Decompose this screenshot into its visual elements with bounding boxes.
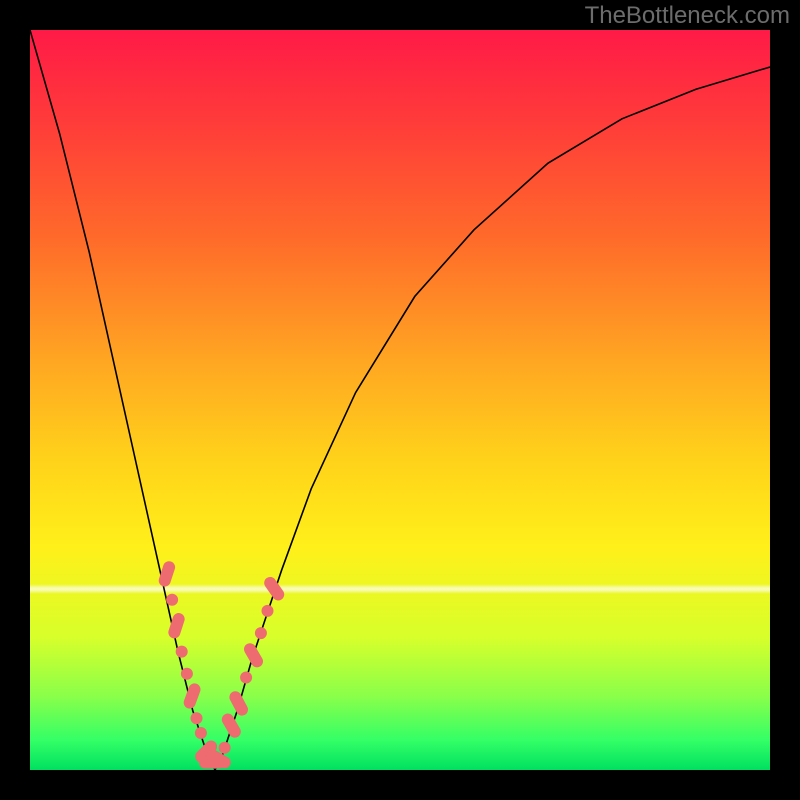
- watermark-text: TheBottleneck.com: [585, 2, 790, 30]
- marker-dot: [255, 627, 267, 639]
- chart-frame: TheBottleneck.com: [0, 0, 800, 800]
- marker-pill: [262, 575, 287, 603]
- marker-dot: [191, 712, 203, 724]
- marker-pill: [227, 689, 250, 718]
- marker-dot: [262, 605, 274, 617]
- bottleneck-curve: [30, 30, 770, 770]
- marker-dot: [240, 672, 252, 684]
- marker-pill: [242, 641, 265, 670]
- curve-markers: [157, 560, 286, 770]
- marker-dot: [219, 742, 231, 754]
- marker-dot: [195, 727, 207, 739]
- plot-area: [30, 30, 770, 770]
- marker-pill: [182, 682, 202, 711]
- chart-svg: [30, 30, 770, 770]
- marker-pill: [220, 711, 243, 740]
- marker-dot: [181, 668, 193, 680]
- marker-dot: [166, 594, 178, 606]
- marker-dot: [176, 646, 188, 658]
